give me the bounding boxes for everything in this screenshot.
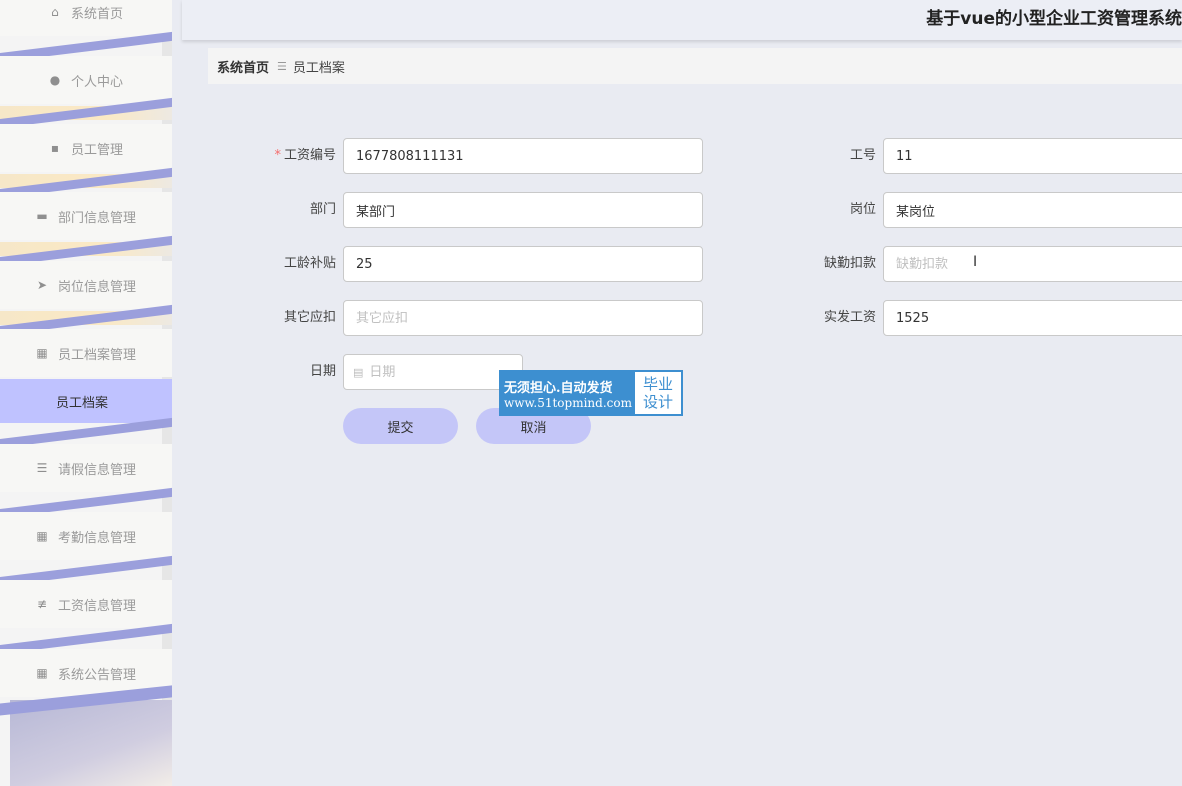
sidebar-item-employee[interactable]: ▪ 员工管理 <box>0 124 172 172</box>
other-deduction-label: 其它应扣 <box>283 310 336 325</box>
sidebar-item-label: 系统首页 <box>70 6 123 22</box>
watermark-line1: 无须担心.自动发货 <box>504 380 613 396</box>
send-icon: ➤ <box>36 278 48 292</box>
net-salary-input[interactable] <box>883 300 1182 336</box>
sidebar-item-label: 员工管理 <box>70 142 123 158</box>
list-icon: ☰ <box>36 461 48 475</box>
menu-divider <box>0 95 172 130</box>
absence-deduction-input[interactable] <box>883 246 1182 282</box>
monitor-icon: ▬ <box>36 209 48 223</box>
position-input[interactable] <box>883 192 1182 228</box>
breadcrumb-current: 员工档案 <box>292 60 345 76</box>
required-mark: * <box>274 148 281 163</box>
text-cursor-icon: I <box>973 254 978 270</box>
sidebar: ⌂ 系统首页 ● 个人中心 ▪ 员工管理 ▬ 部门信息管理 ➤ 岗位信息管理 ▦… <box>0 0 172 786</box>
date-label: 日期 <box>309 364 336 379</box>
top-header: 基于vue的小型企业工资管理系统 <box>182 0 1182 40</box>
breadcrumb: 系统首页 ☰ 员工档案 <box>208 48 1182 84</box>
salary-no-label-text: 工资编号 <box>283 148 336 163</box>
menu-divider <box>0 29 172 64</box>
seniority-allowance-input[interactable] <box>343 246 703 282</box>
sidebar-item-label: 员工档案管理 <box>57 347 136 363</box>
sidebar-item-attendance[interactable]: ▦ 考勤信息管理 <box>0 512 172 560</box>
sidebar-item-department[interactable]: ▬ 部门信息管理 <box>0 192 172 240</box>
watermark-right: 毕业 设计 <box>635 372 681 414</box>
menu-divider <box>0 233 172 268</box>
watermark-left: 无须担心.自动发货 www.51topmind.com <box>501 372 635 414</box>
watermark-right2: 设计 <box>642 393 673 411</box>
seniority-allowance-label: 工龄补贴 <box>283 256 336 271</box>
menu-divider <box>0 415 172 450</box>
job-no-input[interactable] <box>883 138 1182 174</box>
sidebar-item-archive[interactable]: 员工档案 <box>0 379 172 423</box>
submit-button[interactable]: 提交 <box>343 408 458 444</box>
salary-no-label: * 工资编号 <box>260 138 336 174</box>
watermark-badge: 无须担心.自动发货 www.51topmind.com 毕业 设计 <box>499 370 683 416</box>
home-icon: ⌂ <box>51 5 59 19</box>
sidebar-item-label: 部门信息管理 <box>57 210 136 226</box>
watermark-right1: 毕业 <box>642 375 673 393</box>
user-icon: ● <box>49 73 61 87</box>
chat-icon: ▪ <box>50 141 60 155</box>
sidebar-item-label: 个人中心 <box>70 74 123 90</box>
salary-no-input[interactable] <box>343 138 703 174</box>
sidebar-item-leave[interactable]: ☰ 请假信息管理 <box>0 444 172 492</box>
sidebar-item-home[interactable]: ⌂ 系统首页 <box>0 0 172 36</box>
sidebar-item-position[interactable]: ➤ 岗位信息管理 <box>0 261 172 309</box>
menu-divider <box>0 302 172 337</box>
sliders-icon: ≢ <box>36 597 48 611</box>
menu-divider <box>0 621 172 656</box>
date-input[interactable] <box>369 364 490 380</box>
menu-divider <box>0 485 172 520</box>
net-salary-label: 实发工资 <box>823 310 876 325</box>
sidebar-item-label: 工资信息管理 <box>57 598 136 614</box>
breadcrumb-separator-icon: ☰ <box>277 59 287 73</box>
date-picker[interactable]: ▤ <box>343 354 523 390</box>
grid-icon: ▦ <box>36 666 48 680</box>
sidebar-item-archive-mgmt[interactable]: ▦ 员工档案管理 <box>0 329 172 377</box>
sidebar-item-label: 岗位信息管理 <box>57 279 136 295</box>
department-label: 部门 <box>309 202 336 217</box>
sidebar-item-label: 员工档案 <box>56 395 109 411</box>
page-title: 基于vue的小型企业工资管理系统 <box>926 9 1182 29</box>
menu-divider <box>0 553 172 588</box>
menu-divider <box>0 165 172 200</box>
department-input[interactable] <box>343 192 703 228</box>
sidebar-item-profile[interactable]: ● 个人中心 <box>0 56 172 104</box>
breadcrumb-home[interactable]: 系统首页 <box>217 57 269 76</box>
watermark-line2: www.51topmind.com <box>504 395 632 410</box>
sidebar-item-salary[interactable]: ≢ 工资信息管理 <box>0 580 172 628</box>
calendar-icon: ▤ <box>353 365 364 379</box>
sidebar-item-label: 考勤信息管理 <box>57 530 136 546</box>
sidebar-decoration <box>0 683 172 786</box>
absence-deduction-label: 缺勤扣款 <box>823 256 876 271</box>
sidebar-item-label: 请假信息管理 <box>57 462 136 478</box>
sidebar-item-label: 系统公告管理 <box>57 667 136 683</box>
job-no-label: 工号 <box>849 148 876 163</box>
grid-icon: ▦ <box>36 346 48 360</box>
position-label: 岗位 <box>849 202 876 217</box>
grid-icon: ▦ <box>36 529 48 543</box>
other-deduction-input[interactable] <box>343 300 703 336</box>
